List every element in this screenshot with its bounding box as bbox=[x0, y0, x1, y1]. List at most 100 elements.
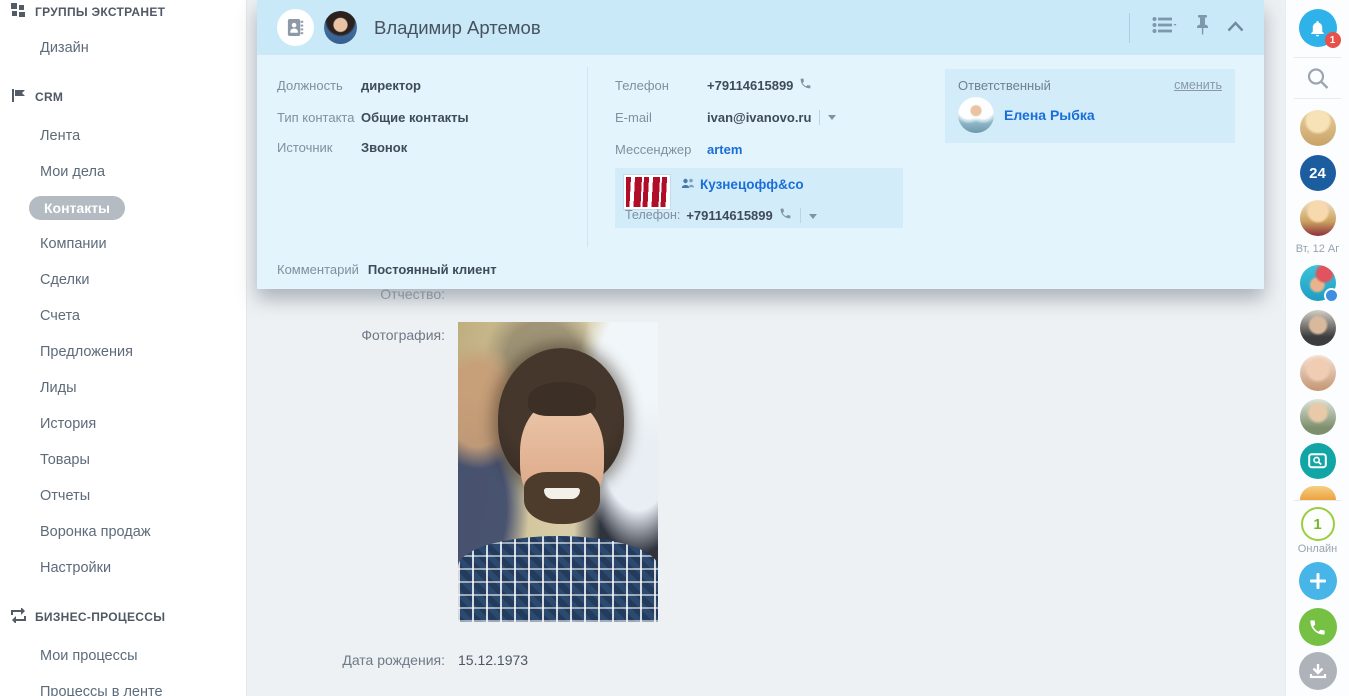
online-counter[interactable]: 1 bbox=[1300, 507, 1335, 541]
online-label: Онлайн bbox=[1297, 543, 1338, 555]
phone-dropdown-caret[interactable] bbox=[808, 213, 817, 219]
sidebar-item-companies[interactable]: Компании bbox=[0, 226, 246, 262]
field-email: E-mail ivan@ivanovo.ru bbox=[615, 109, 907, 126]
responsible-name-link[interactable]: Елена Рыбка bbox=[1004, 107, 1095, 123]
email-divider bbox=[819, 110, 821, 125]
header-divider bbox=[1129, 12, 1130, 43]
pin-icon[interactable] bbox=[1196, 15, 1209, 40]
search-button[interactable] bbox=[1306, 67, 1329, 95]
sidebar-item-contacts[interactable]: Контакты bbox=[0, 190, 246, 226]
selected-item-pill: Контакты bbox=[29, 196, 126, 220]
add-button[interactable] bbox=[1298, 562, 1337, 600]
company-phone-label: Телефон: bbox=[625, 208, 681, 222]
sidebar-item-invoices[interactable]: Счета bbox=[0, 298, 246, 334]
messenger-link[interactable]: artem bbox=[707, 141, 742, 158]
user-avatar[interactable] bbox=[1299, 200, 1336, 236]
user-avatar[interactable] bbox=[1299, 310, 1336, 346]
rail-divider bbox=[1294, 98, 1341, 99]
sidebar-item-settings[interactable]: Настройки bbox=[0, 550, 246, 586]
change-responsible-link[interactable]: сменить bbox=[1174, 78, 1222, 93]
rail-divider bbox=[1294, 500, 1341, 501]
field-label: Должность bbox=[277, 78, 343, 93]
company-people-icon bbox=[681, 177, 695, 192]
sidebar-item-deals[interactable]: Сделки bbox=[0, 262, 246, 298]
company-phone-row: Телефон: +79114615899 bbox=[625, 207, 817, 223]
plus-icon bbox=[1309, 573, 1326, 589]
collapse-chevron-icon[interactable] bbox=[1227, 19, 1244, 37]
call-icon[interactable] bbox=[799, 77, 812, 94]
responsible-label: Ответственный bbox=[958, 78, 1051, 93]
search-icon bbox=[1307, 68, 1328, 89]
phone-value[interactable]: +79114615899 bbox=[707, 77, 793, 94]
contact-avatar bbox=[324, 11, 357, 44]
field-value: Общие контакты bbox=[361, 110, 469, 125]
sidebar-item-sales-funnel[interactable]: Воронка продаж bbox=[0, 514, 246, 550]
contact-book-badge bbox=[277, 9, 314, 46]
sidebar-section-label: CRM bbox=[35, 90, 64, 104]
contact-name-title: Владимир Артемов bbox=[374, 16, 541, 38]
user-avatar[interactable] bbox=[1299, 110, 1336, 146]
company-logo bbox=[623, 174, 671, 210]
user-avatar[interactable] bbox=[1299, 355, 1336, 391]
notifications-button[interactable]: 1 bbox=[1298, 9, 1341, 48]
field-label: E-mail bbox=[615, 110, 652, 125]
field-messenger: Мессенджер artem bbox=[615, 141, 907, 158]
photo-plaid-shirt bbox=[458, 536, 658, 622]
user-avatar[interactable] bbox=[1299, 486, 1336, 500]
rail-divider bbox=[1294, 57, 1341, 58]
field-value: Звонок bbox=[361, 140, 408, 155]
photo-smile bbox=[544, 488, 580, 499]
sidebar-item-feed[interactable]: Лента bbox=[0, 118, 246, 154]
field-label: Мессенджер bbox=[615, 142, 692, 157]
extranet-groups-icon bbox=[11, 3, 26, 21]
user-avatar[interactable] bbox=[1299, 265, 1339, 303]
sidebar-item-design[interactable]: Дизайн bbox=[0, 30, 246, 66]
responsible-avatar bbox=[958, 97, 994, 133]
screen-share-button[interactable] bbox=[1299, 443, 1336, 479]
call-button[interactable] bbox=[1298, 608, 1337, 646]
contact-photo bbox=[458, 322, 658, 622]
sidebar-section-business-processes: БИЗНЕС-ПРОЦЕССЫ bbox=[0, 607, 246, 627]
popup-body: Должность директор Тип контакта Общие ко… bbox=[257, 55, 1264, 289]
notification-badge: 1 bbox=[1324, 32, 1341, 48]
address-book-icon bbox=[287, 18, 304, 37]
company-logo-stripes bbox=[626, 177, 668, 207]
sidebar-item-feed-processes[interactable]: Процессы в ленте bbox=[0, 674, 246, 696]
user-avatar[interactable] bbox=[1299, 399, 1336, 435]
view-settings-icon[interactable] bbox=[1152, 16, 1178, 39]
email-dropdown-caret[interactable] bbox=[828, 115, 837, 120]
photo-hair-fringe bbox=[528, 382, 596, 416]
field-label: Тип контакта bbox=[277, 110, 355, 125]
sidebar-item-history[interactable]: История bbox=[0, 406, 246, 442]
birthdate-label: Дата рождения: bbox=[342, 652, 445, 668]
sidebar-item-my-tasks[interactable]: Мои дела bbox=[0, 154, 246, 190]
status-mini-badge bbox=[1323, 288, 1339, 303]
bell-icon bbox=[1311, 20, 1324, 36]
photo-label: Фотография: bbox=[361, 327, 445, 343]
left-sidebar: ГРУППЫ ЭКСТРАНЕТ Дизайн CRM Лента Мои де… bbox=[0, 0, 247, 696]
field-position: Должность директор bbox=[277, 77, 577, 94]
company-phone-value[interactable]: +79114615899 bbox=[686, 208, 772, 223]
field-label: Телефон bbox=[615, 78, 669, 93]
rail-date-label: Вт, 12 Аг bbox=[1295, 243, 1340, 255]
crm-flag-icon bbox=[11, 88, 26, 106]
column-divider bbox=[587, 67, 588, 247]
sidebar-item-leads[interactable]: Лиды bbox=[0, 370, 246, 406]
field-comment: Комментарий Постоянный клиент bbox=[277, 262, 497, 277]
right-rail: 1 24 Вт, 12 Аг 1 Онлайн bbox=[1285, 0, 1349, 696]
contact-summary-popup: Владимир Артемов Должность директор Тип … bbox=[257, 0, 1264, 289]
download-app-button[interactable] bbox=[1298, 652, 1337, 690]
sidebar-item-products[interactable]: Товары bbox=[0, 442, 246, 478]
field-contact-type: Тип контакта Общие контакты bbox=[277, 109, 577, 126]
sidebar-item-reports[interactable]: Отчеты bbox=[0, 478, 246, 514]
comment-value: Постоянный клиент bbox=[367, 262, 497, 277]
call-icon[interactable] bbox=[779, 207, 792, 223]
sidebar-item-quotes[interactable]: Предложения bbox=[0, 334, 246, 370]
company-card: Кузнецофф&co Телефон: +79114615899 bbox=[615, 168, 903, 228]
sidebar-section-label: БИЗНЕС-ПРОЦЕССЫ bbox=[35, 610, 166, 624]
bitrix24-logo[interactable]: 24 bbox=[1299, 155, 1336, 191]
field-value: директор bbox=[361, 78, 421, 93]
email-value[interactable]: ivan@ivanovo.ru bbox=[707, 109, 811, 126]
company-name-link[interactable]: Кузнецофф&co bbox=[700, 177, 804, 192]
sidebar-item-my-processes[interactable]: Мои процессы bbox=[0, 638, 246, 674]
